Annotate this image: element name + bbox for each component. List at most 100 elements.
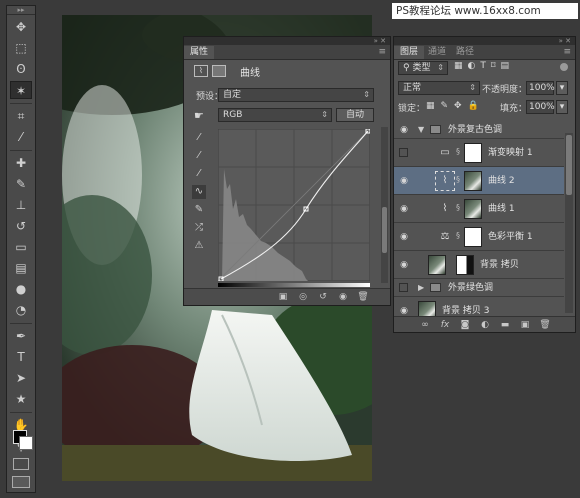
preset-value: 自定 [223,90,242,100]
brush-tool-icon[interactable]: ✎ [10,175,32,193]
healing-brush-tool-icon[interactable]: ✚ [10,154,32,172]
delete-trash-icon[interactable]: 🗑 [356,290,370,304]
layer-mask-thumbnail[interactable] [464,227,482,247]
layer-row[interactable]: ◉ ⚖ § 色彩平衡 1 [394,223,564,251]
blur-tool-icon[interactable]: ● [10,280,32,298]
layers-panel-grip[interactable]: » ✕ [394,37,575,45]
layer-style-fx-icon[interactable]: fx [438,318,452,332]
layer-row[interactable]: ▭ § 渐变映射 1 [394,139,564,167]
eyedropper-black-icon[interactable]: ⁄ [192,131,206,145]
delete-layer-trash-icon[interactable]: 🗑 [538,318,552,332]
layer-group-row[interactable]: ◉ ▼ 外景复古色调 [394,121,564,139]
view-previous-state-icon[interactable]: ◎ [296,290,310,304]
fill-field[interactable]: 100% [526,100,555,114]
smooth-curve-icon[interactable]: ⤮ [192,221,206,235]
history-brush-tool-icon[interactable]: ↺ [10,217,32,235]
visibility-eye-icon[interactable]: ◉ [398,203,410,215]
chevron-down-icon: ⇕ [321,110,328,119]
type-tool-icon[interactable]: T [10,348,32,366]
move-tool-icon[interactable]: ✥ [10,18,32,36]
auto-button[interactable]: 自动 [336,108,374,122]
magic-wand-tool-icon[interactable]: ✶ [10,81,32,99]
mask-link-icon[interactable]: § [456,203,460,212]
visibility-off-box[interactable] [399,283,408,292]
filter-toggle[interactable] [560,63,568,71]
opacity-label: 不透明度： [482,85,528,95]
pencil-draw-icon[interactable]: ✎ [192,203,206,217]
properties-scrollbar[interactable] [381,127,388,283]
fill-stepper[interactable]: ▾ [556,100,568,114]
curves-icon: ⌇ [442,203,448,214]
shape-tool-icon[interactable]: ★ [10,390,32,408]
on-image-adjust-icon[interactable]: ☛ [194,109,204,122]
eyedropper-gray-icon[interactable]: ⁄ [192,149,206,163]
layers-tabbar: 图层 通道 路径 ≡ [394,45,575,60]
opacity-value: 100% [529,83,555,93]
visibility-eye-icon[interactable]: ◉ [336,290,350,304]
chevron-down-icon[interactable]: ▼ [418,123,424,137]
opacity-field[interactable]: 100% [526,81,555,95]
layer-filter-dropdown[interactable]: ⚲ 类型 ⇕ [398,61,448,75]
channel-dropdown[interactable]: RGB ⇕ [218,108,332,122]
marquee-tool-icon[interactable]: ⬚ [10,39,32,57]
tab-layers[interactable]: 图层 [394,46,425,59]
clip-to-layer-icon[interactable]: ▣ [276,290,290,304]
new-adjustment-layer-icon[interactable]: ◐ [478,318,492,332]
visibility-eye-icon[interactable]: ◉ [398,124,410,136]
screen-mode-icon[interactable] [12,476,30,488]
chevron-right-icon[interactable]: ▶ [418,281,424,295]
layer-mask-icon[interactable] [212,65,226,77]
background-color-swatch[interactable] [19,436,33,450]
crop-tool-icon[interactable]: ⌗ [10,107,32,125]
curves-graph[interactable] [217,128,371,282]
add-mask-icon[interactable]: ◙ [458,318,472,332]
clone-stamp-tool-icon[interactable]: ⊥ [10,196,32,214]
lasso-tool-icon[interactable]: ʘ [10,60,32,78]
new-group-folder-icon[interactable]: ▬ [498,318,512,332]
reset-icon[interactable]: ↺ [316,290,330,304]
visibility-eye-icon[interactable]: ◉ [398,175,410,187]
lock-icons[interactable]: ▦✎✥🔒 [426,101,485,111]
layer-row[interactable]: ◉ ⌇ § 曲线 2 [394,167,564,195]
gradient-tool-icon[interactable]: ▤ [10,259,32,277]
quick-mask-icon[interactable] [13,458,29,470]
layer-row[interactable]: ◉ ⌇ § 曲线 1 [394,195,564,223]
layer-group-row[interactable]: ▶ 外景绿色调 [394,279,564,297]
mask-link-icon[interactable]: § [456,231,460,240]
properties-panel-grip[interactable]: » ✕ [184,37,390,45]
properties-tabbar: 属性 ≡ [184,45,390,60]
toolbar-grip[interactable]: ▸▸ [7,6,35,15]
layer-thumbnail[interactable] [428,255,446,275]
tab-channels[interactable]: 通道 [422,46,452,59]
tab-paths[interactable]: 路径 [450,46,480,59]
dodge-tool-icon[interactable]: ◔ [10,301,32,319]
visibility-off-box[interactable] [399,148,408,157]
new-layer-icon[interactable]: ▣ [518,318,532,332]
eraser-tool-icon[interactable]: ▭ [10,238,32,256]
filter-icons[interactable]: ▦◐T⌑▤ [454,61,514,71]
layer-row[interactable]: ◉ 背景 拷贝 [394,251,564,279]
layer-mask-thumbnail[interactable] [456,255,474,275]
layer-mask-thumbnail[interactable] [464,199,482,219]
mask-link-icon[interactable]: § [456,147,460,156]
curve-edit-points-icon[interactable]: ∿ [192,185,206,199]
layer-mask-thumbnail[interactable] [464,171,482,191]
tab-properties[interactable]: 属性 [184,46,215,59]
properties-menu-icon[interactable]: ≡ [378,45,386,59]
eyedropper-white-icon[interactable]: ⁄ [192,167,206,181]
visibility-eye-icon[interactable]: ◉ [398,231,410,243]
link-layers-icon[interactable]: ∞ [418,318,432,332]
properties-footer: ▣ ◎ ↺ ◉ 🗑 [184,288,390,305]
mask-link-icon[interactable]: § [456,175,460,184]
preset-dropdown[interactable]: 自定 ⇕ [218,88,374,102]
eyedropper-tool-icon[interactable]: ⁄ [10,128,32,146]
blend-mode-dropdown[interactable]: 正常 ⇕ [398,81,480,95]
opacity-stepper[interactable]: ▾ [556,81,568,95]
path-selection-tool-icon[interactable]: ➤ [10,369,32,387]
layers-scrollbar[interactable] [565,133,573,313]
clipping-warning-icon[interactable]: ⚠ [192,239,206,253]
pen-tool-icon[interactable]: ✒ [10,327,32,345]
layers-menu-icon[interactable]: ≡ [563,45,571,59]
layer-mask-thumbnail[interactable] [464,143,482,163]
visibility-eye-icon[interactable]: ◉ [398,259,410,271]
